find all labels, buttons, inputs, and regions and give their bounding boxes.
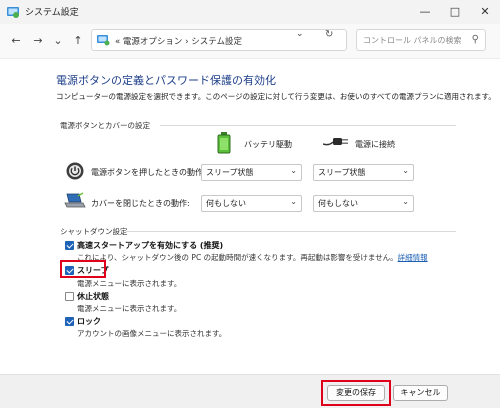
lock-description: アカウントの画像メニューに表示されます。: [77, 329, 227, 338]
power-plug-icon: [323, 138, 348, 146]
up-arrow-icon: ↑: [73, 34, 83, 47]
highlight-box: [60, 260, 106, 278]
refresh-button[interactable]: ↻: [325, 29, 339, 40]
chevron-down-icon: ⌄: [402, 166, 409, 175]
page-title: 電源ボタンの定義とパスワード保護の有効化: [56, 74, 276, 87]
lid-close-battery-select[interactable]: 何もしない ⌄: [201, 195, 302, 212]
chevron-down-icon: ⌄: [290, 197, 297, 206]
system-settings-window: システム設定 — □ ✕ ← → ⌄ ↑ « 電源オプション › システム設定 …: [0, 0, 500, 408]
divider: [126, 231, 456, 232]
hibernate-description: 電源メニューに表示されます。: [77, 304, 182, 313]
power-button-icon: [66, 162, 84, 180]
fast-startup-description: これにより、シャットダウン後の PC の起動時間が速くなります。再起動は影響を受…: [77, 252, 428, 263]
maximize-button[interactable]: □: [440, 0, 470, 24]
lock-checkbox[interactable]: [65, 317, 74, 326]
chevron-down-icon: ⌄: [290, 166, 297, 175]
selected-value: スリープ状態: [318, 168, 366, 177]
up-button[interactable]: ↑: [70, 33, 86, 49]
laptop-lid-icon: [64, 192, 86, 208]
selected-value: スリープ状態: [206, 168, 254, 177]
close-icon: ✕: [480, 5, 490, 18]
chevron-down-icon: ⌄: [53, 34, 63, 47]
breadcrumb-system-settings[interactable]: システム設定: [191, 37, 242, 47]
lid-close-plugged-select[interactable]: 何もしない ⌄: [313, 195, 414, 212]
sleep-description: 電源メニューに表示されます。: [77, 279, 182, 288]
minimize-button[interactable]: —: [410, 0, 440, 24]
page-description: コンピューターの電源設定を選択できます。このページの設定に対して行う変更は、お使…: [56, 92, 496, 101]
back-arrow-icon: ←: [11, 34, 21, 47]
power-button-row-label: 電源ボタンを押したときの動作:: [91, 168, 206, 177]
forward-button[interactable]: →: [30, 33, 46, 49]
navigation-bar: ← → ⌄ ↑ « 電源オプション › システム設定 ⌄ ↻ コントロール パネ…: [0, 24, 500, 59]
lock-label[interactable]: ロック: [77, 316, 101, 327]
fast-startup-desc-text: これにより、シャットダウン後の PC の起動時間が速くなります。再起動は影響を受…: [77, 253, 398, 262]
minimize-icon: —: [419, 5, 431, 18]
hibernate-checkbox[interactable]: [65, 292, 74, 301]
control-panel-icon: [97, 35, 110, 46]
cancel-button[interactable]: キャンセル: [393, 385, 448, 401]
title-bar: システム設定 — □ ✕: [0, 0, 500, 24]
breadcrumb-overflow[interactable]: «: [115, 37, 120, 47]
breadcrumb-power-options[interactable]: 電源オプション: [123, 37, 183, 47]
selected-value: 何もしない: [206, 199, 246, 208]
more-info-link[interactable]: 詳細情報: [398, 253, 428, 262]
recent-locations-button[interactable]: ⌄: [50, 33, 66, 49]
chevron-down-icon: ⌄: [296, 29, 304, 39]
selected-value: 何もしない: [318, 199, 358, 208]
lid-close-row-label: カバーを閉じたときの動作:: [91, 199, 190, 208]
power-button-plugged-select[interactable]: スリープ状態 ⌄: [313, 164, 414, 181]
shutdown-section-label: シャットダウン設定: [60, 227, 128, 236]
search-icon: ⚲: [471, 34, 479, 45]
footer-bar: 変更の保存 キャンセル: [0, 374, 500, 408]
battery-icon: [217, 132, 231, 154]
control-panel-icon: [7, 7, 19, 18]
refresh-icon: ↻: [325, 29, 334, 40]
breadcrumb-separator[interactable]: ›: [185, 37, 188, 47]
back-button[interactable]: ←: [8, 33, 24, 49]
divider: [160, 125, 456, 126]
power-button-battery-select[interactable]: スリープ状態 ⌄: [201, 164, 302, 181]
chevron-down-icon: ⌄: [402, 197, 409, 206]
window-title: システム設定: [25, 8, 79, 18]
fast-startup-checkbox[interactable]: [65, 241, 74, 250]
fast-startup-label[interactable]: 高速スタートアップを有効にする (推奨): [77, 240, 223, 251]
maximize-icon: □: [449, 5, 461, 18]
highlight-box: [321, 380, 391, 406]
search-box[interactable]: コントロール パネルの検索 ⚲: [356, 29, 486, 51]
hibernate-label[interactable]: 休止状態: [77, 291, 109, 302]
close-button[interactable]: ✕: [470, 0, 500, 24]
main-content: 電源ボタンの定義とパスワード保護の有効化 コンピューターの電源設定を選択できます…: [0, 58, 500, 374]
search-placeholder: コントロール パネルの検索: [363, 36, 462, 45]
breadcrumb: « 電源オプション › システム設定: [115, 35, 242, 47]
power-section-label: 電源ボタンとカバーの設定: [60, 121, 150, 130]
battery-column-header: バッテリ駆動: [244, 140, 292, 149]
plugged-column-header: 電源に接続: [355, 140, 395, 149]
address-dropdown-button[interactable]: ⌄: [296, 29, 310, 39]
forward-arrow-icon: →: [33, 34, 43, 47]
